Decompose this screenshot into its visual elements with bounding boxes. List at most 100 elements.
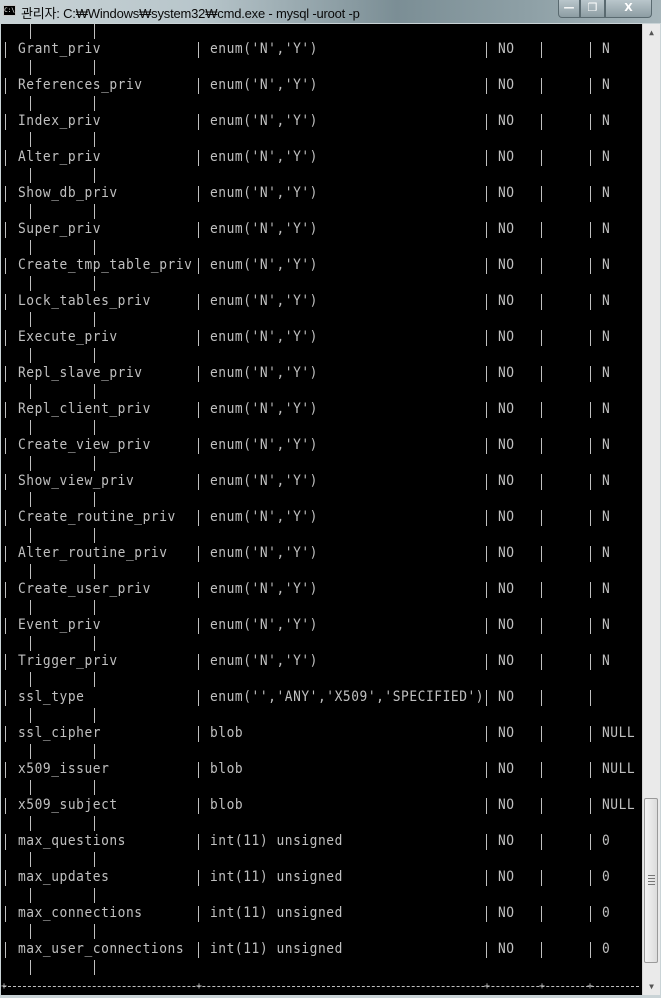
type-cell: enum('N','Y') (210, 185, 318, 201)
table-row: Create_view_priv enum('N','Y') NO N (1, 437, 642, 455)
default-cell: N (602, 365, 611, 381)
column-separator (486, 330, 487, 346)
type-cell: enum('N','Y') (210, 293, 318, 309)
close-button[interactable]: X (605, 0, 652, 18)
wrap-bar (94, 96, 95, 111)
wrap-bar (94, 204, 95, 219)
column-separator (590, 294, 591, 310)
wrap-bar (94, 816, 95, 831)
vertical-scrollbar[interactable]: ▲ ▼ (642, 24, 660, 995)
table-row: max_updates int(11) unsigned NO 0 (1, 869, 642, 887)
table-row: max_connections int(11) unsigned NO 0 (1, 905, 642, 923)
scrollbar-thumb[interactable] (644, 798, 658, 963)
column-separator (5, 690, 6, 706)
wrap-bar (94, 672, 95, 687)
column-separator (541, 618, 542, 634)
column-separator (198, 546, 199, 562)
column-separator (198, 474, 199, 490)
wrap-bar (94, 636, 95, 651)
table-row: Grant_priv enum('N','Y') NO N (1, 41, 642, 59)
column-separator (541, 906, 542, 922)
null-cell: NO (498, 653, 515, 669)
column-separator (541, 186, 542, 202)
null-cell: NO (498, 725, 515, 741)
wrap-bar (30, 852, 31, 867)
column-separator (486, 690, 487, 706)
type-cell: blob (210, 725, 244, 741)
column-separator (541, 438, 542, 454)
column-separator (198, 870, 199, 886)
column-separator (486, 150, 487, 166)
table-row: Create_routine_priv enum('N','Y') NO N (1, 509, 642, 527)
column-separator (5, 474, 6, 490)
field-cell: ssl_type (18, 689, 85, 705)
column-separator (486, 906, 487, 922)
field-cell: x509_issuer (18, 761, 110, 777)
column-separator (198, 510, 199, 526)
column-separator (541, 798, 542, 814)
field-cell: Create_tmp_table_priv (18, 257, 193, 273)
restore-button[interactable]: ❐ (580, 0, 605, 18)
default-cell: NULL (602, 725, 636, 741)
column-separator (486, 654, 487, 670)
column-separator (590, 42, 591, 58)
column-separator (198, 834, 199, 850)
column-separator (486, 402, 487, 418)
wrap-bar (30, 492, 31, 507)
field-cell: Alter_routine_priv (18, 545, 168, 561)
column-separator (541, 42, 542, 58)
default-cell: N (602, 401, 611, 417)
border-corner: + (196, 981, 203, 992)
wrap-bar (30, 708, 31, 723)
console-output[interactable]: + + + + + Grant_priv enum('N','Y') NO N Refe… (1, 24, 642, 995)
column-separator (198, 222, 199, 238)
type-cell: int(11) unsigned (210, 941, 343, 957)
column-separator (5, 582, 6, 598)
null-cell: NO (498, 509, 515, 525)
default-cell: N (602, 329, 611, 345)
type-cell: enum('N','Y') (210, 509, 318, 525)
default-cell: N (602, 473, 611, 489)
column-separator (486, 438, 487, 454)
null-cell: NO (498, 617, 515, 633)
wrap-bar (30, 96, 31, 111)
column-separator (590, 150, 591, 166)
column-separator (541, 258, 542, 274)
column-separator (486, 618, 487, 634)
default-cell: N (602, 257, 611, 273)
cmd-app-icon[interactable]: C:\ (3, 5, 16, 16)
column-separator (541, 726, 542, 742)
field-cell: Trigger_priv (18, 653, 118, 669)
column-separator (5, 330, 6, 346)
table-row: Show_view_priv enum('N','Y') NO N (1, 473, 642, 491)
wrap-bar (94, 924, 95, 939)
column-separator (541, 762, 542, 778)
wrap-bar (30, 888, 31, 903)
column-separator (5, 150, 6, 166)
column-separator (198, 906, 199, 922)
column-separator (5, 402, 6, 418)
field-cell: max_updates (18, 869, 110, 885)
scroll-up-arrow-icon[interactable]: ▲ (643, 24, 660, 41)
table-row: ssl_cipher blob NO NULL (1, 725, 642, 743)
field-cell: Grant_priv (18, 41, 102, 57)
type-cell: enum('N','Y') (210, 329, 318, 345)
minimize-button[interactable]: — (558, 0, 580, 18)
type-cell: enum('N','Y') (210, 545, 318, 561)
wrap-bar (30, 816, 31, 831)
field-cell: max_user_connections (18, 941, 185, 957)
column-separator (541, 330, 542, 346)
field-cell: Show_view_priv (18, 473, 135, 489)
field-cell: max_questions (18, 833, 126, 849)
wrap-bar (94, 888, 95, 903)
column-separator (198, 798, 199, 814)
table-row: Index_priv enum('N','Y') NO N (1, 113, 642, 131)
table-row: Alter_routine_priv enum('N','Y') NO N (1, 545, 642, 563)
column-separator (590, 798, 591, 814)
default-cell: 0 (602, 833, 611, 849)
wrap-bar (94, 528, 95, 543)
table-row: Repl_slave_priv enum('N','Y') NO N (1, 365, 642, 383)
scroll-down-arrow-icon[interactable]: ▼ (643, 978, 660, 995)
title-bar[interactable]: C:\ 관리자: C:₩Windows₩system32₩cmd.exe - m… (0, 0, 661, 23)
column-separator (486, 366, 487, 382)
